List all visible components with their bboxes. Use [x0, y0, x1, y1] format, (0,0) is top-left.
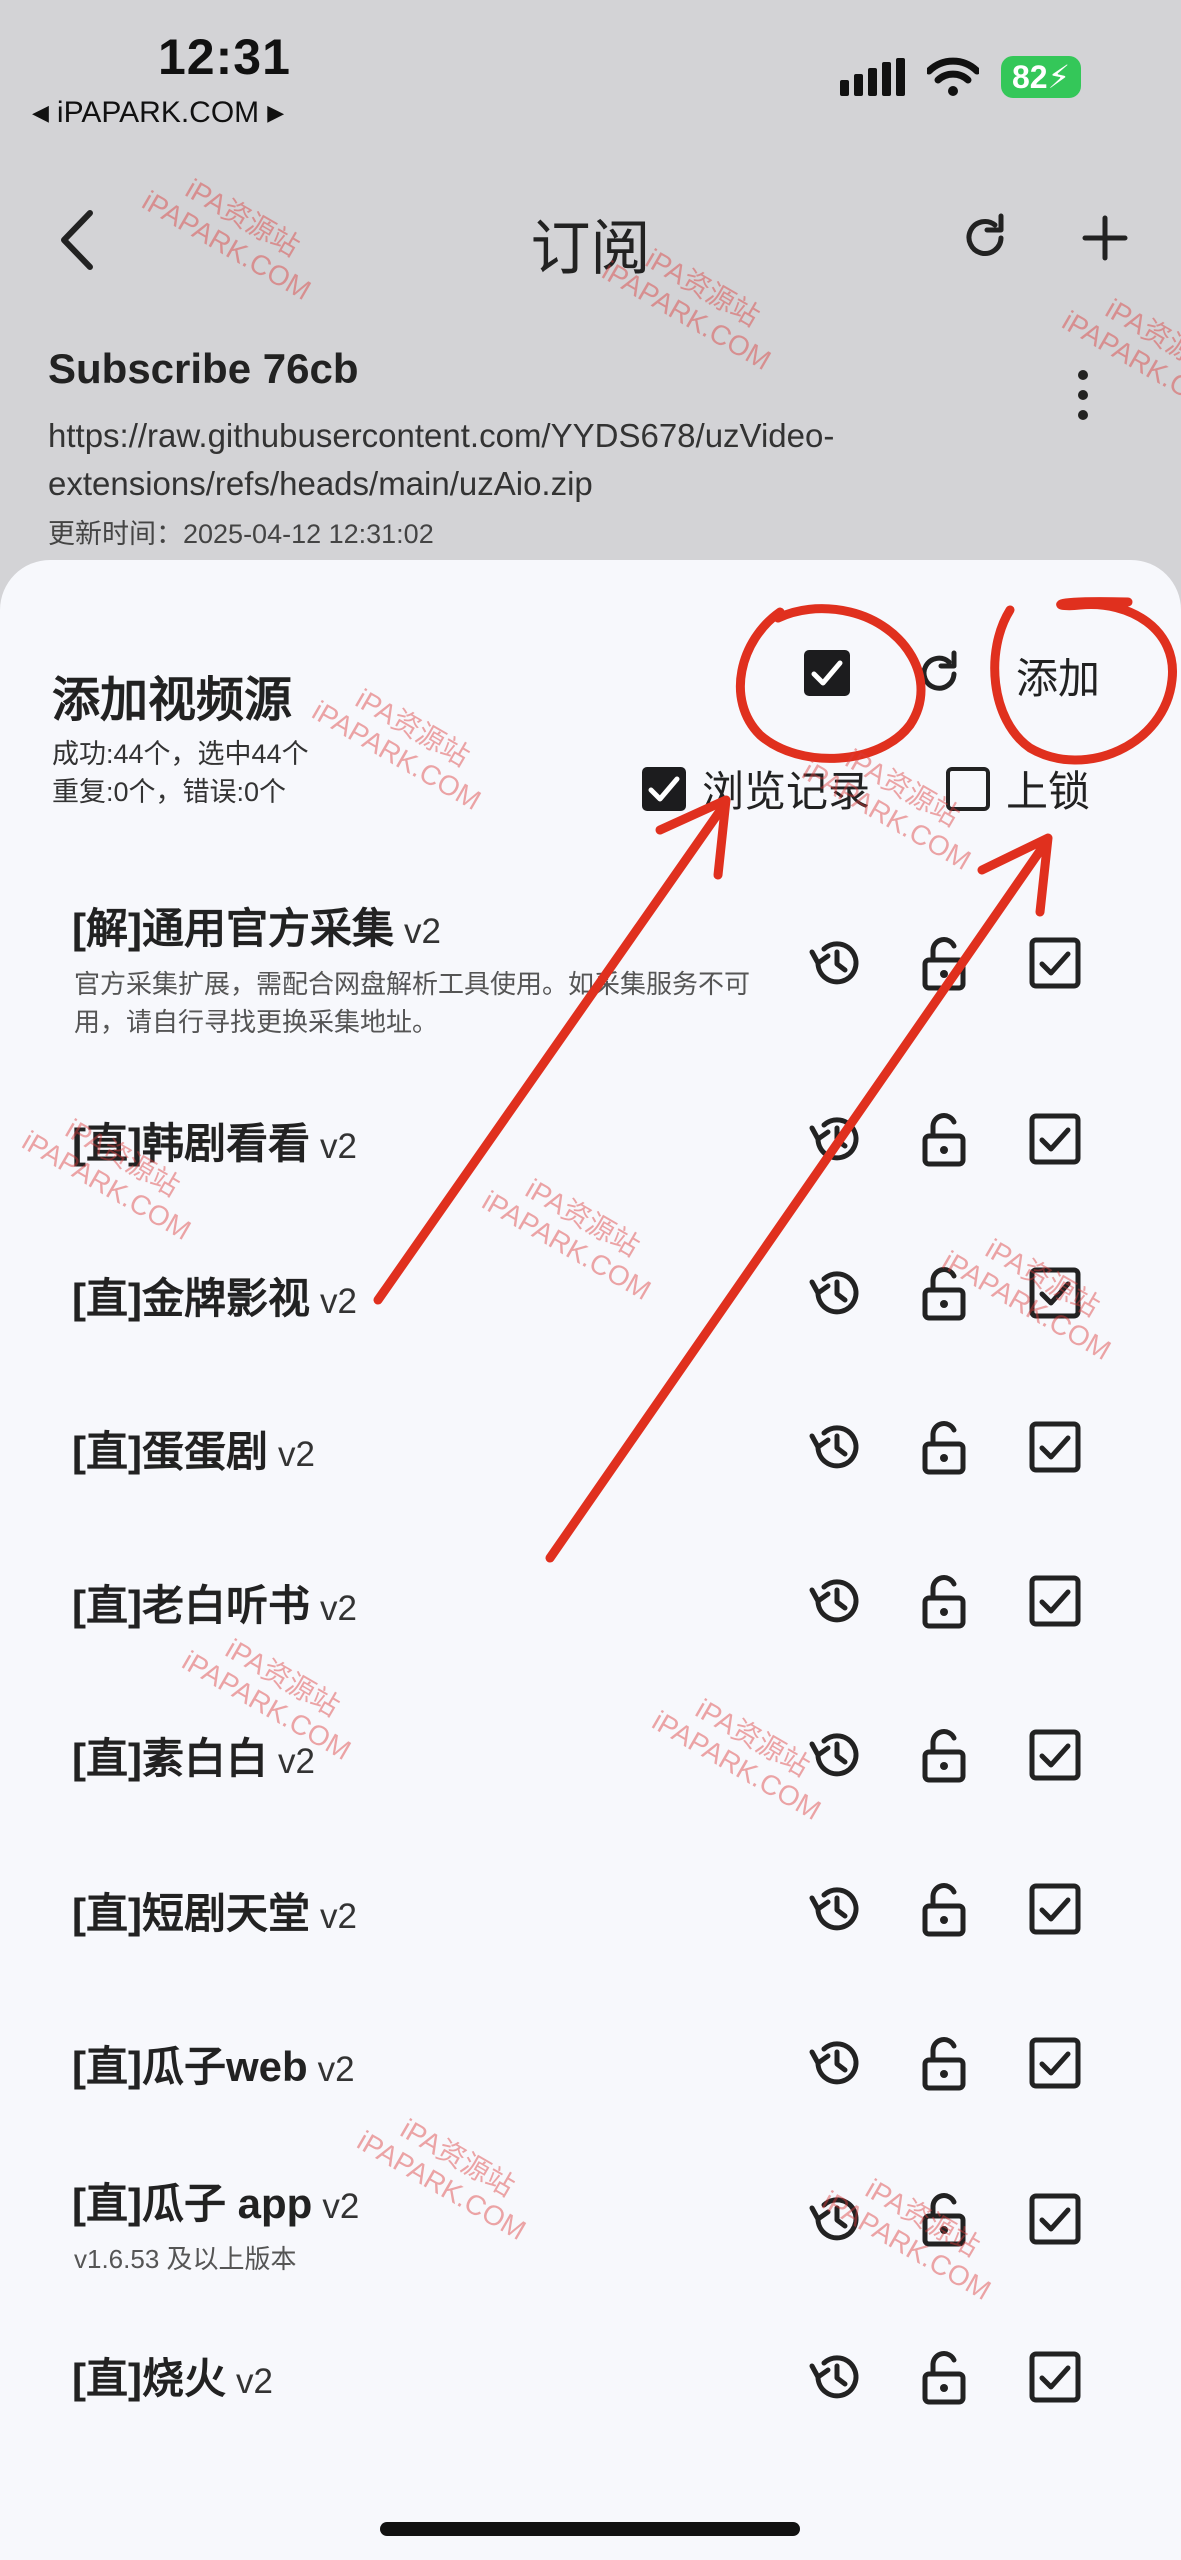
source-title: [直]烧火 [72, 2355, 226, 2402]
history-icon[interactable] [804, 1570, 866, 1632]
battery-icon: 82 ⚡ [1001, 56, 1081, 98]
source-name: [直]老白听书 v2 [72, 1572, 357, 1633]
source-title: [解]通用官方采集 [72, 905, 394, 952]
history-option-label: 浏览记录 [702, 768, 871, 815]
sheet-title: 添加视频源 [52, 674, 293, 727]
unlock-icon[interactable] [913, 1262, 975, 1324]
battery-level: 82 [1011, 58, 1048, 95]
sheet-refresh-icon[interactable] [912, 646, 968, 702]
unlock-icon[interactable] [913, 1878, 975, 1940]
source-name: [直]金牌影视 v2 [72, 1265, 357, 1326]
sheet-stats: 成功:44个，选中44个 重复:0个，错误:0个 [52, 735, 309, 811]
source-checkbox[interactable] [1024, 2032, 1086, 2094]
source-name: [直]短剧天堂 v2 [72, 1880, 357, 1941]
status-back-link[interactable]: ◀ iPAPARK.COM ▶ [32, 96, 284, 130]
history-icon[interactable] [804, 1108, 866, 1170]
back-triangle-icon: ◀ [32, 100, 49, 125]
source-title: [直]金牌影视 [72, 1275, 310, 1322]
unlock-icon[interactable] [913, 1416, 975, 1478]
history-icon[interactable] [804, 1262, 866, 1324]
history-icon[interactable] [804, 2188, 866, 2250]
status-back-label: iPAPARK.COM [56, 96, 260, 129]
home-indicator [380, 2522, 800, 2536]
status-indicators: 82 ⚡ [840, 56, 1081, 98]
source-checkbox[interactable] [1024, 1262, 1086, 1324]
source-description: v1.6.53 及以上版本 [74, 2244, 297, 2274]
lock-checkbox[interactable] [944, 765, 992, 813]
source-checkbox[interactable] [1024, 2346, 1086, 2408]
source-checkbox[interactable] [1024, 2188, 1086, 2250]
source-name: [直]素白白 v2 [72, 1725, 315, 1786]
more-vertical-icon[interactable] [1068, 365, 1098, 425]
source-name: [解]通用官方采集 v2 [72, 895, 441, 956]
history-icon[interactable] [804, 932, 866, 994]
stats-duplicate: 重复:0个，错误:0个 [52, 777, 287, 807]
source-version: v2 [319, 1589, 357, 1628]
unlock-icon[interactable] [913, 1570, 975, 1632]
history-icon[interactable] [804, 2346, 866, 2408]
source-checkbox[interactable] [1024, 1570, 1086, 1632]
plus-icon[interactable] [1075, 208, 1135, 268]
unlock-icon[interactable] [913, 1108, 975, 1170]
unlock-icon[interactable] [913, 1724, 975, 1786]
source-version: v2 [403, 912, 441, 951]
source-title: [直]瓜子web [72, 2043, 308, 2090]
source-title: [直]蛋蛋剧 [72, 1428, 268, 1475]
unlock-icon[interactable] [913, 2032, 975, 2094]
lock-option[interactable]: 上锁 [944, 758, 1090, 819]
source-name: [直]瓜子web v2 [72, 2033, 355, 2094]
source-version: v2 [319, 1127, 357, 1166]
subscription-updated-time: 更新时间：2025-04-12 12:31:02 [48, 519, 434, 549]
history-icon[interactable] [804, 2032, 866, 2094]
unlock-icon[interactable] [913, 2188, 975, 2250]
source-description: 官方采集扩展，需配合网盘解析工具使用。如采集服务不可用，请自行寻找更换采集地址。 [74, 969, 751, 1037]
cellular-signal-icon [840, 58, 905, 96]
source-version: v2 [277, 1435, 315, 1474]
source-checkbox[interactable] [1024, 1724, 1086, 1786]
source-title: [直]素白白 [72, 1735, 268, 1782]
subscription-name: Subscribe 76cb [48, 345, 359, 392]
source-checkbox[interactable] [1024, 1108, 1086, 1170]
source-checkbox[interactable] [1024, 1416, 1086, 1478]
source-version: v2 [235, 2362, 273, 2401]
source-version: v2 [319, 1897, 357, 1936]
source-version: v2 [319, 1282, 357, 1321]
stats-success: 成功:44个，选中44个 [52, 739, 309, 769]
source-title: [直]老白听书 [72, 1582, 310, 1629]
source-name: [直]烧火 v2 [72, 2345, 273, 2406]
unlock-icon[interactable] [913, 2346, 975, 2408]
refresh-icon[interactable] [955, 208, 1015, 268]
history-icon[interactable] [804, 1416, 866, 1478]
source-name: [直]韩剧看看 v2 [72, 1110, 357, 1171]
source-version: v2 [322, 2187, 360, 2226]
history-checkbox[interactable] [640, 765, 688, 813]
select-all-checkbox[interactable] [802, 648, 852, 698]
source-version: v2 [317, 2050, 355, 2089]
wifi-icon [927, 57, 979, 96]
source-title: [直]韩剧看看 [72, 1120, 310, 1167]
lock-option-label: 上锁 [1006, 768, 1091, 815]
source-title: [直]短剧天堂 [72, 1890, 310, 1937]
source-checkbox[interactable] [1024, 1878, 1086, 1940]
forward-triangle-icon: ▶ [267, 100, 285, 125]
source-name: [直]蛋蛋剧 v2 [72, 1418, 315, 1479]
subscription-url: https://raw.githubusercontent.com/YYDS67… [48, 417, 835, 502]
source-version: v2 [277, 1742, 315, 1781]
add-button[interactable]: 添加 [1016, 645, 1100, 706]
history-option[interactable]: 浏览记录 [640, 758, 870, 819]
source-name: [直]瓜子 app v2 [72, 2170, 359, 2231]
source-checkbox[interactable] [1024, 932, 1086, 994]
history-icon[interactable] [804, 1724, 866, 1786]
unlock-icon[interactable] [913, 932, 975, 994]
source-title: [直]瓜子 app [72, 2180, 313, 2227]
history-icon[interactable] [804, 1878, 866, 1940]
status-time: 12:31 [158, 29, 291, 85]
